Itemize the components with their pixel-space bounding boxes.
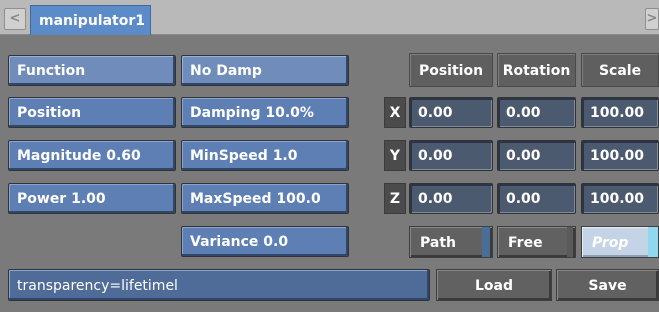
min-speed-field[interactable]: MinSpeed 1.0	[181, 140, 349, 171]
path-mode-label: Path	[420, 235, 456, 251]
rotation-header: Rotation	[497, 53, 576, 87]
rotation-x-field[interactable]: 0.00	[497, 97, 576, 128]
prop-mode-indicator	[648, 227, 658, 257]
free-mode-label: Free	[508, 235, 543, 251]
axis-y-label: Y	[384, 140, 406, 171]
damping-field[interactable]: Damping 10.0%	[181, 97, 349, 128]
scale-z-field[interactable]: 100.00	[581, 183, 659, 214]
function-button[interactable]: Function	[8, 55, 176, 86]
max-speed-field[interactable]: MaxSpeed 100.0	[181, 183, 349, 214]
rotation-y-field[interactable]: 0.00	[497, 140, 576, 171]
path-mode-button[interactable]: Path	[409, 226, 493, 258]
scale-y-field[interactable]: 100.00	[581, 140, 659, 171]
expression-field[interactable]: transparency=lifetimel	[8, 269, 430, 301]
rotation-z-field[interactable]: 0.00	[497, 183, 576, 214]
chevron-left-icon: <	[9, 11, 21, 26]
power-field[interactable]: Power 1.00	[8, 183, 176, 214]
tab-scroll-right-button[interactable]: >	[645, 8, 659, 30]
position-x-field[interactable]: 0.00	[409, 97, 493, 128]
tab-scroll-left-button[interactable]: <	[4, 8, 26, 30]
scale-x-field[interactable]: 100.00	[581, 97, 659, 128]
free-mode-button[interactable]: Free	[497, 226, 576, 258]
axis-x-label: X	[384, 97, 406, 128]
position-z-field[interactable]: 0.00	[409, 183, 493, 214]
axis-z-label: Z	[384, 183, 406, 214]
chevron-right-icon: >	[646, 11, 658, 26]
position-header: Position	[409, 53, 493, 87]
path-mode-indicator	[482, 227, 490, 257]
save-button[interactable]: Save	[556, 269, 659, 301]
magnitude-field[interactable]: Magnitude 0.60	[8, 140, 176, 171]
damp-mode-button[interactable]: No Damp	[181, 55, 349, 86]
prop-mode-label: Prop	[592, 235, 629, 251]
position-mode-button[interactable]: Position	[8, 97, 176, 128]
prop-mode-button[interactable]: Prop	[581, 226, 659, 258]
load-button[interactable]: Load	[436, 269, 552, 301]
free-mode-indicator	[567, 227, 573, 257]
position-y-field[interactable]: 0.00	[409, 140, 493, 171]
tab-manipulator1[interactable]: manipulator1	[30, 5, 151, 35]
variance-field[interactable]: Variance 0.0	[181, 226, 349, 257]
scale-header: Scale	[581, 53, 659, 87]
